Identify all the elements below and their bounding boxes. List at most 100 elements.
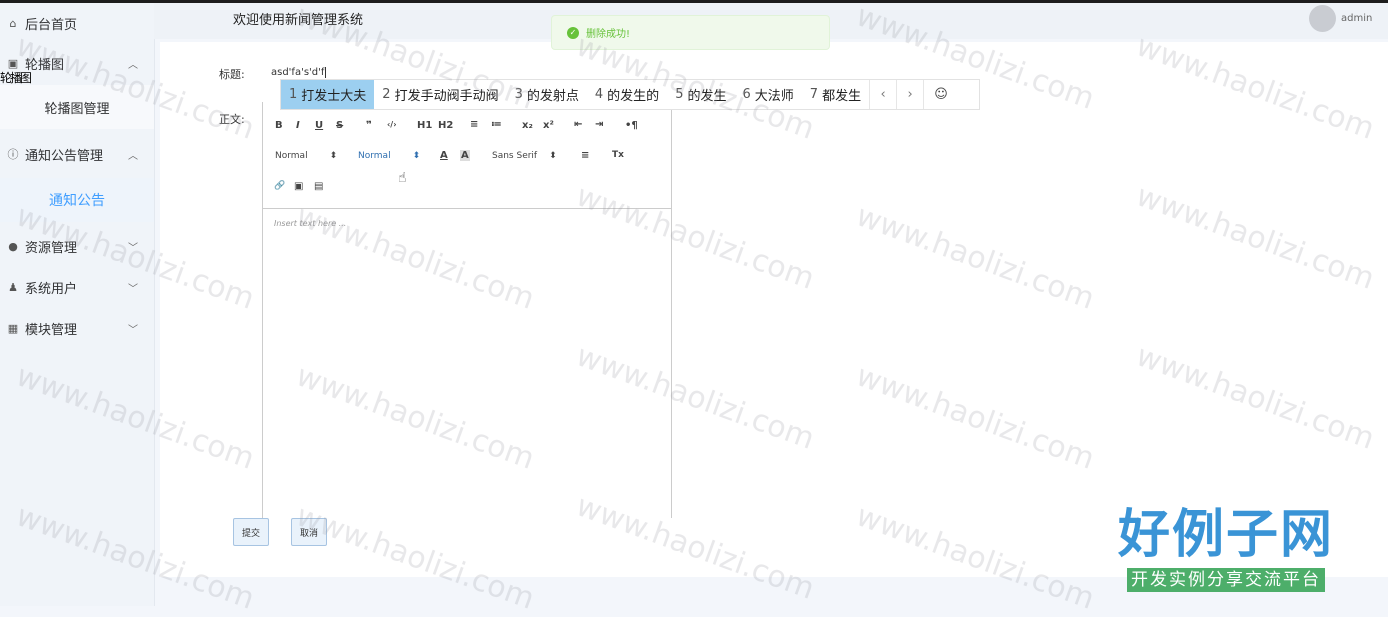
- select-arrows-icon: ⬍: [549, 151, 557, 161]
- sidebar-item-carousel-manage[interactable]: 轮播图管理: [0, 85, 154, 129]
- sidebar-item-notice[interactable]: 通知公告: [0, 178, 154, 222]
- ime-candidate[interactable]: 2 打发手动阀手动阀: [374, 80, 506, 109]
- font-select[interactable]: Sans Serif ⬍: [492, 151, 557, 161]
- ordered-list-button[interactable]: ≡: [470, 119, 478, 130]
- candidate-number: 6: [742, 87, 751, 102]
- ime-candidate[interactable]: 3 的发射点: [507, 80, 587, 109]
- bullet-list-button[interactable]: ≔: [491, 119, 502, 130]
- superscript-button[interactable]: x²: [543, 120, 554, 131]
- outdent-button[interactable]: ⇤: [574, 119, 582, 130]
- sidebar-item-label: 通知公告管理: [25, 148, 104, 164]
- italic-button[interactable]: I: [296, 120, 300, 131]
- sidebar-item-notice-manage[interactable]: ⓘ 通知公告管理 ︿: [0, 134, 154, 174]
- ime-candidate-bar: 1 打发士大夫 2 打发手动阀手动阀 3 的发射点 4 的发生的 5 的发生 6 大法师 7…: [280, 79, 980, 110]
- overlapping-text: 轮播图: [0, 71, 32, 85]
- candidate-text: 大法师: [754, 89, 794, 104]
- code-block-button[interactable]: ‹/›: [387, 120, 397, 129]
- logo-main-text: 好例子网: [1117, 505, 1334, 565]
- chevron-down-icon: ﹀: [128, 242, 138, 254]
- text-caret: [325, 66, 327, 78]
- font-color-button[interactable]: A: [440, 150, 448, 161]
- candidate-text: 打发士大夫: [301, 89, 367, 104]
- image-icon: ▣: [7, 56, 19, 70]
- chevron-down-icon: ﹀: [128, 283, 138, 295]
- sidebar-item-label: 轮播图: [25, 57, 65, 73]
- candidate-number: 7: [809, 87, 819, 102]
- candidate-number: 2: [382, 87, 391, 102]
- ime-candidate[interactable]: 4 的发生的: [587, 80, 667, 109]
- chevron-down-icon: ﹀: [128, 324, 138, 336]
- content-label: 正文:: [219, 113, 245, 126]
- underline-button[interactable]: U: [315, 120, 323, 131]
- emoji-icon[interactable]: ☺: [923, 80, 958, 109]
- sidebar-item-modules[interactable]: ▦ 模块管理 ﹀: [0, 308, 154, 348]
- candidate-number: 1: [289, 87, 298, 102]
- select-arrows-icon: ⬍: [412, 151, 421, 161]
- sidebar-item-home[interactable]: ⌂ 后台首页: [0, 3, 154, 43]
- sidebar-item-users[interactable]: ♟ 系统用户 ﹀: [0, 267, 154, 307]
- chevron-up-icon: ︿: [128, 150, 138, 162]
- header-select[interactable]: Normal ⬍: [275, 151, 337, 161]
- candidate-text: 打发手动阀手动阀: [394, 89, 499, 104]
- home-icon: ⌂: [9, 16, 17, 30]
- sidebar-item-resources[interactable]: ● 资源管理 ﹀: [0, 226, 154, 266]
- title-label: 标题:: [219, 68, 245, 81]
- background-color-button[interactable]: A: [460, 150, 470, 161]
- chevron-up-icon: ︿: [128, 59, 138, 71]
- watermark-logo: 好例子网 开发实例分享交流平台: [1112, 505, 1340, 592]
- candidate-number: 5: [675, 87, 684, 102]
- ime-prev-page-icon[interactable]: ‹: [869, 80, 896, 109]
- check-icon: ✓: [567, 26, 579, 39]
- sidebar-item-label: 资源管理: [25, 240, 78, 256]
- ime-next-page-icon[interactable]: ›: [896, 80, 923, 109]
- select-arrows-icon: ⬍: [329, 151, 338, 161]
- ime-candidate[interactable]: 7 都发生: [802, 80, 869, 109]
- cancel-button[interactable]: 取消: [291, 518, 327, 546]
- rich-text-editor: B I U S ❞ ‹/› H1 H2 ≡ ≔ x₂ x² ⇤ ⇥ •¶ Nor…: [262, 102, 672, 518]
- success-toast: ✓ 删除成功!: [551, 15, 830, 50]
- user-icon: ♟: [8, 280, 18, 294]
- hand-cursor-icon: ☝: [398, 170, 407, 186]
- candidate-text: 的发射点: [526, 89, 579, 104]
- location-icon: ●: [8, 239, 18, 253]
- strike-button[interactable]: S: [336, 120, 343, 131]
- subscript-button[interactable]: x₂: [522, 120, 533, 131]
- font-select-value: Sans Serif: [492, 151, 538, 161]
- video-button[interactable]: ▤: [314, 181, 323, 192]
- blockquote-button[interactable]: ❞: [366, 120, 372, 131]
- info-icon: ⓘ: [7, 148, 19, 161]
- candidate-text: 的发生的: [607, 89, 660, 104]
- title-value: asd'fa's'd'f: [271, 66, 325, 78]
- align-button[interactable]: ≡: [581, 150, 589, 161]
- toolbar-divider: [263, 208, 671, 209]
- h1-button[interactable]: H1: [417, 120, 432, 131]
- clear-format-button[interactable]: Tx: [612, 150, 624, 160]
- image-button[interactable]: ▣: [294, 181, 303, 192]
- header-select-value: Normal: [275, 151, 308, 161]
- page-title: 欢迎使用新闻管理系统: [233, 13, 364, 28]
- h2-button[interactable]: H2: [438, 120, 453, 131]
- ime-candidate[interactable]: 1 打发士大夫: [281, 80, 375, 109]
- submit-button[interactable]: 提交: [233, 518, 269, 546]
- sidebar-item-label: 后台首页: [25, 17, 78, 33]
- candidate-number: 3: [514, 87, 523, 102]
- avatar[interactable]: [1309, 5, 1336, 32]
- candidate-text: 都发生: [822, 89, 862, 104]
- indent-button[interactable]: ⇥: [595, 119, 603, 130]
- bold-button[interactable]: B: [275, 120, 283, 131]
- size-select-value: Normal: [358, 151, 391, 161]
- grid-icon: ▦: [7, 321, 19, 335]
- ime-candidate[interactable]: 6 大法师: [734, 80, 801, 109]
- candidate-number: 4: [594, 87, 604, 102]
- text-direction-button[interactable]: •¶: [625, 120, 638, 131]
- editor-placeholder[interactable]: Insert text here ...: [274, 219, 346, 228]
- sidebar-item-label: 模块管理: [25, 322, 78, 338]
- link-button[interactable]: 🔗: [274, 181, 285, 191]
- toast-message: 删除成功!: [586, 29, 631, 40]
- ime-candidate[interactable]: 5 的发生: [667, 80, 734, 109]
- size-select[interactable]: Normal ⬍: [358, 151, 420, 161]
- username[interactable]: admin: [1341, 13, 1372, 24]
- candidate-text: 的发生: [687, 89, 727, 104]
- sidebar-item-label: 系统用户: [25, 281, 78, 297]
- sidebar: ⌂ 后台首页 ▣ 轮播图 ︿ 轮播图 轮播图管理 ⓘ 通知公告管理 ︿ 通知公告…: [0, 3, 155, 606]
